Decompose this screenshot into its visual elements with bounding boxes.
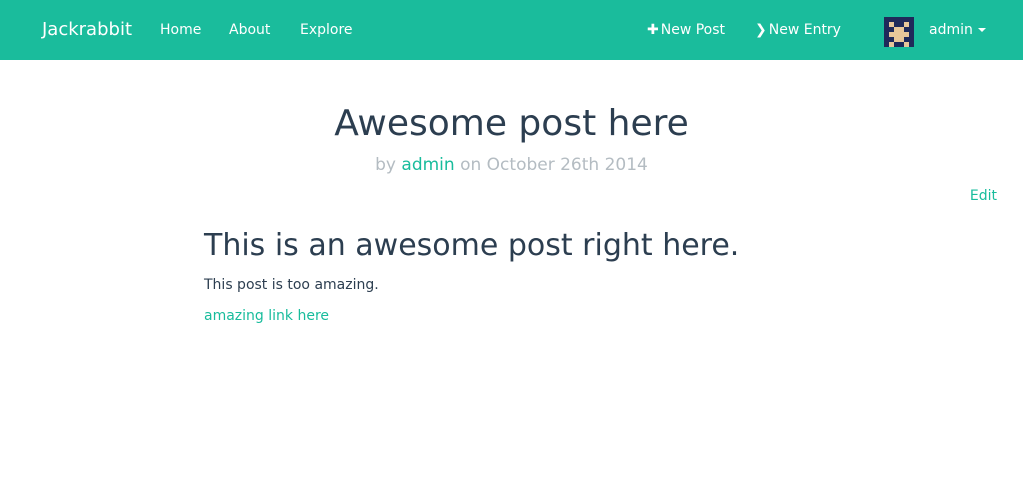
meta-by-text: by: [375, 155, 396, 175]
new-entry-label: New Entry: [768, 22, 841, 38]
brand-link[interactable]: Jackrabbit: [42, 19, 132, 41]
post-body-link[interactable]: amazing link here: [204, 307, 329, 325]
post-meta: by admin on October 26th 2014: [0, 154, 1023, 176]
edit-post-link[interactable]: Edit: [970, 187, 997, 205]
new-post-button[interactable]: ✚ New Post: [647, 21, 725, 39]
chevron-right-icon: ❯: [755, 22, 767, 38]
meta-date-text: on October 26th 2014: [460, 155, 648, 175]
new-entry-button[interactable]: ❯ New Entry: [755, 21, 841, 39]
caret-down-icon: [977, 28, 986, 32]
pixel-avatar-icon: [884, 17, 914, 47]
new-post-label: New Post: [660, 22, 726, 38]
nav-link-explore[interactable]: Explore: [300, 21, 353, 39]
top-navbar: Jackrabbit Home About Explore ✚ New Post …: [0, 0, 1023, 60]
plus-icon: ✚: [647, 22, 659, 38]
avatar[interactable]: [884, 17, 914, 47]
author-link[interactable]: admin: [401, 155, 454, 175]
post-body-heading: This is an awesome post right here.: [204, 228, 740, 263]
nav-link-about[interactable]: About: [229, 21, 270, 39]
post-body-paragraph: This post is too amazing.: [204, 277, 379, 293]
user-menu-label: admin: [929, 22, 973, 38]
post-title: Awesome post here: [334, 103, 689, 144]
nav-link-home[interactable]: Home: [160, 21, 201, 39]
user-menu-dropdown[interactable]: admin: [929, 21, 986, 39]
